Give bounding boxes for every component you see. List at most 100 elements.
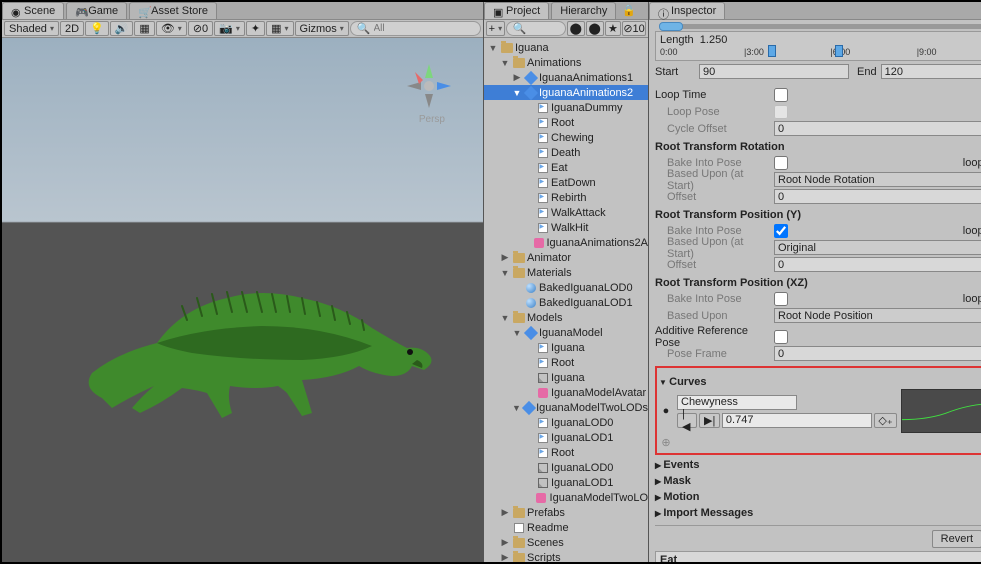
curve-name-field[interactable] (677, 395, 797, 410)
tree-item-walkattack[interactable]: WalkAttack (484, 205, 648, 220)
rtpxz-bake-checkbox[interactable] (774, 292, 788, 306)
tree-item-animations[interactable]: ▼Animations (484, 55, 648, 70)
tree-item-iguanaanimations2[interactable]: ▼IguanaAnimations2 (484, 85, 648, 100)
start-field[interactable] (699, 64, 849, 79)
scene-search[interactable]: 🔍 (350, 21, 481, 36)
expand-arrow-icon[interactable]: ▼ (488, 43, 498, 53)
loop-time-checkbox[interactable] (774, 88, 788, 102)
tree-item-iguanaanimations1[interactable]: ▶IguanaAnimations1 (484, 70, 648, 85)
tab-inspector[interactable]: ⓘInspector (649, 2, 725, 19)
rtr-offset-field[interactable] (774, 189, 981, 204)
expand-arrow-icon[interactable]: ▶ (500, 537, 510, 548)
expand-arrow-icon[interactable]: ▶ (500, 552, 510, 562)
rtpy-based-dropdown[interactable]: Original (774, 240, 981, 255)
expand-arrow-icon[interactable]: ▼ (512, 88, 522, 98)
expand-arrow-icon[interactable]: ▶ (500, 507, 510, 518)
tree-item-bakediguanalod0[interactable]: BakedIguanaLOD0 (484, 280, 648, 295)
tree-item-eatdown[interactable]: EatDown (484, 175, 648, 190)
hidden-toggle[interactable]: ⊘10 (622, 21, 646, 36)
clip-minislider[interactable] (659, 24, 981, 29)
project-tree[interactable]: ▼Iguana▼Animations▶IguanaAnimations1▼Igu… (484, 38, 648, 562)
tree-item-iguanamodeltwolo[interactable]: IguanaModelTwoLO (484, 490, 648, 505)
curve-add-key-button[interactable]: ◇₊ (874, 413, 897, 428)
tree-item-root[interactable]: Root (484, 115, 648, 130)
preview-bar[interactable]: Eat (655, 551, 981, 562)
filter-favorites[interactable]: ⬤ (567, 21, 585, 36)
tool-1[interactable]: ✦ (246, 21, 265, 36)
tree-item-root[interactable]: Root (484, 445, 648, 460)
expand-arrow-icon[interactable]: ▼ (512, 403, 521, 413)
tree-item-chewing[interactable]: Chewing (484, 130, 648, 145)
add-curve-button[interactable]: ⊕ (659, 436, 673, 449)
tool-2[interactable]: ▦ (266, 21, 293, 36)
tree-item-animator[interactable]: ▶Animator (484, 250, 648, 265)
tab-hierarchy[interactable]: Hierarchy (551, 2, 616, 19)
tree-item-iguanalod0[interactable]: IguanaLOD0 (484, 460, 648, 475)
filter-type[interactable]: ⬤ (586, 21, 604, 36)
tree-item-iguanalod1[interactable]: IguanaLOD1 (484, 430, 648, 445)
curve-prev-key-button[interactable]: |◀ (677, 413, 697, 428)
tree-item-iguanamodel[interactable]: ▼IguanaModel (484, 325, 648, 340)
section-events[interactable]: Events (655, 459, 981, 471)
remove-curve-button[interactable]: ● (659, 405, 673, 417)
expand-arrow-icon[interactable]: ▼ (500, 58, 510, 68)
tab-project[interactable]: ▣Project (484, 2, 549, 19)
curve-value-field[interactable] (722, 413, 872, 428)
tree-item-iguana[interactable]: Iguana (484, 340, 648, 355)
tree-item-iguanalod1[interactable]: IguanaLOD1 (484, 475, 648, 490)
tree-item-scripts[interactable]: ▶Scripts (484, 550, 648, 562)
tree-item-rebirth[interactable]: Rebirth (484, 190, 648, 205)
project-search[interactable]: 🔍 (506, 21, 566, 36)
tree-item-eat[interactable]: Eat (484, 160, 648, 175)
tree-item-iguanalod0[interactable]: IguanaLOD0 (484, 415, 648, 430)
project-add-button[interactable]: + (486, 21, 505, 36)
section-curves[interactable]: Curves (659, 376, 981, 388)
tab-game[interactable]: 🎮Game (66, 2, 127, 19)
section-motion[interactable]: Motion (655, 491, 981, 503)
range-end-handle[interactable] (835, 45, 843, 57)
scene-visibility-toggle[interactable]: 👁 (156, 21, 187, 36)
camera-dropdown[interactable]: 📷 (214, 21, 245, 36)
scene-viewport[interactable]: Persp (2, 38, 483, 562)
section-import-messages[interactable]: Import Messages (655, 507, 981, 519)
tree-item-scenes[interactable]: ▶Scenes (484, 535, 648, 550)
tree-item-materials[interactable]: ▼Materials (484, 265, 648, 280)
tree-item-iguanadummy[interactable]: IguanaDummy (484, 100, 648, 115)
mode-2d-toggle[interactable]: 2D (60, 21, 84, 36)
revert-button[interactable]: Revert (932, 530, 981, 548)
rtpxz-based-dropdown[interactable]: Root Node Position (774, 308, 981, 323)
tab-asset-store[interactable]: 🛒Asset Store (129, 2, 217, 19)
expand-arrow-icon[interactable]: ▼ (500, 268, 510, 278)
expand-arrow-icon[interactable]: ▶ (500, 252, 510, 263)
tree-item-iguana[interactable]: ▼Iguana (484, 40, 648, 55)
lock-icon[interactable]: 🔒 (618, 4, 640, 17)
end-field[interactable] (881, 64, 981, 79)
lighting-toggle[interactable]: 💡 (85, 21, 109, 36)
gizmos-dropdown[interactable]: Gizmos (295, 21, 349, 36)
tree-item-models[interactable]: ▼Models (484, 310, 648, 325)
tree-item-death[interactable]: Death (484, 145, 648, 160)
timeline[interactable]: Length 1.250 24 FPS 0:00 |3:00 |6:00 |9:… (655, 31, 981, 61)
curve-next-key-button[interactable]: ▶| (699, 413, 719, 428)
tree-item-root[interactable]: Root (484, 355, 648, 370)
audio-toggle[interactable]: 🔊 (110, 21, 134, 36)
rtpy-bake-checkbox[interactable] (774, 224, 788, 238)
tree-item-walkhit[interactable]: WalkHit (484, 220, 648, 235)
tree-item-readme[interactable]: Readme (484, 520, 648, 535)
rtr-based-dropdown[interactable]: Root Node Rotation (774, 172, 981, 187)
rtr-bake-checkbox[interactable] (774, 156, 788, 170)
filter-label[interactable]: ★ (605, 21, 621, 36)
curve-graph[interactable] (901, 389, 981, 433)
tree-item-iguanaanimations2a[interactable]: IguanaAnimations2A (484, 235, 648, 250)
tree-item-iguanamodeltwolods[interactable]: ▼IguanaModelTwoLODs (484, 400, 648, 415)
expand-arrow-icon[interactable]: ▼ (500, 313, 510, 323)
orientation-gizmo[interactable] (405, 62, 453, 110)
tree-item-bakediguanalod1[interactable]: BakedIguanaLOD1 (484, 295, 648, 310)
expand-arrow-icon[interactable]: ▼ (512, 328, 522, 338)
tab-scene[interactable]: ◉Scene (2, 2, 64, 19)
range-start-handle[interactable] (768, 45, 776, 57)
tree-item-iguanamodelavatar[interactable]: IguanaModelAvatar (484, 385, 648, 400)
expand-arrow-icon[interactable]: ▶ (512, 72, 522, 83)
section-mask[interactable]: Mask (655, 475, 981, 487)
rtpy-offset-field[interactable] (774, 257, 981, 272)
